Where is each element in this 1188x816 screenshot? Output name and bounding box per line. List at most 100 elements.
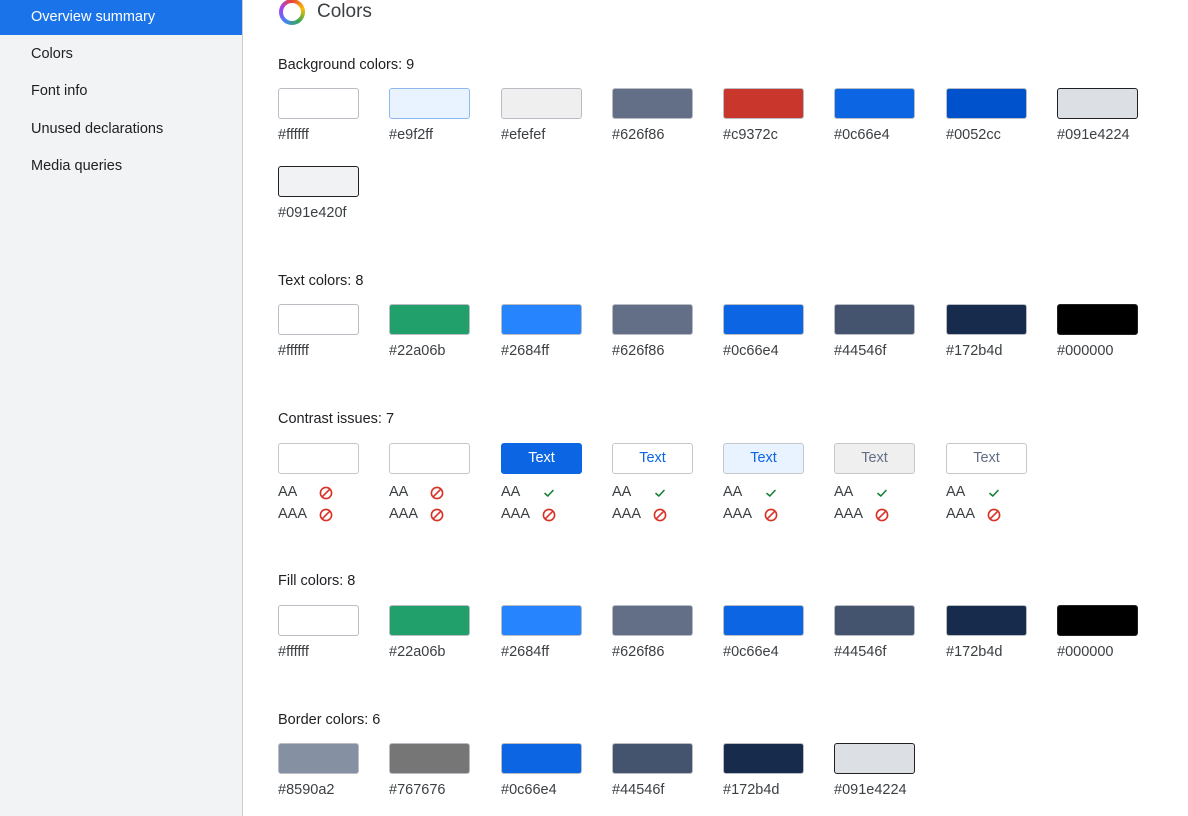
- aaa-label: AAA: [501, 506, 531, 522]
- color-swatch[interactable]: [612, 304, 693, 335]
- color-swatch-item[interactable]: #8590a2: [278, 743, 360, 798]
- color-swatch-item[interactable]: #c9372c: [723, 88, 805, 143]
- color-swatch[interactable]: [1057, 88, 1138, 119]
- main-content: Colors Background colors: 9 #ffffff #e9f2…: [243, 0, 1188, 816]
- color-swatch[interactable]: [723, 88, 804, 119]
- contrast-sample[interactable]: Text: [946, 443, 1027, 474]
- fail-no-icon: [874, 507, 890, 523]
- contrast-sample[interactable]: [389, 443, 470, 474]
- color-hex-label: #8590a2: [278, 782, 335, 798]
- color-swatch[interactable]: [612, 88, 693, 119]
- aa-label: AA: [946, 484, 966, 500]
- color-swatch-item[interactable]: #0c66e4: [723, 605, 805, 660]
- color-swatch-item[interactable]: #172b4d: [723, 743, 805, 798]
- color-swatch[interactable]: [834, 88, 915, 119]
- contrast-sample[interactable]: Text: [834, 443, 915, 474]
- color-swatch-item[interactable]: #ffffff: [278, 605, 360, 660]
- sidebar-item-colors[interactable]: Colors: [0, 37, 242, 72]
- color-swatch-item[interactable]: #172b4d: [946, 304, 1028, 359]
- pass-check-icon: [541, 485, 557, 501]
- sidebar-item-overview-summary[interactable]: Overview summary: [0, 0, 242, 35]
- color-swatch-item[interactable]: #44546f: [834, 605, 916, 660]
- color-swatch-item[interactable]: #767676: [389, 743, 471, 798]
- color-swatch-item[interactable]: #0c66e4: [834, 88, 916, 143]
- aaa-rating: AAA: [278, 506, 312, 522]
- color-swatch-item[interactable]: #091e4224: [1057, 88, 1139, 143]
- contrast-sample[interactable]: Text: [612, 443, 693, 474]
- color-swatch-item[interactable]: #091e4224: [834, 743, 916, 798]
- color-swatch[interactable]: [278, 743, 359, 774]
- color-swatch[interactable]: [389, 743, 470, 774]
- color-swatch[interactable]: [946, 304, 1027, 335]
- color-swatch-item[interactable]: #22a06b: [389, 304, 471, 359]
- color-swatch-item[interactable]: #efefef: [501, 88, 583, 143]
- color-swatch[interactable]: [278, 166, 359, 197]
- aaa-rating: AAA: [501, 506, 535, 522]
- color-swatch[interactable]: [946, 88, 1027, 119]
- color-swatch[interactable]: [723, 304, 804, 335]
- color-swatch-item[interactable]: #172b4d: [946, 605, 1028, 660]
- fail-no-icon: [986, 507, 1002, 523]
- color-swatch[interactable]: [834, 304, 915, 335]
- color-swatch[interactable]: [501, 304, 582, 335]
- color-swatch[interactable]: [612, 743, 693, 774]
- color-hex-label: #0c66e4: [834, 127, 890, 143]
- color-swatch[interactable]: [834, 605, 915, 636]
- pass-check-icon: [763, 485, 779, 501]
- aa-rating: AA: [501, 484, 535, 500]
- color-hex-label: #22a06b: [389, 343, 446, 359]
- color-swatch[interactable]: [501, 743, 582, 774]
- color-swatch[interactable]: [1057, 605, 1138, 636]
- aa-label: AA: [834, 484, 854, 500]
- fail-no-icon: [318, 507, 334, 523]
- color-swatch-item[interactable]: #e9f2ff: [389, 88, 471, 143]
- sidebar-item-unused-declarations[interactable]: Unused declarations: [0, 112, 242, 147]
- color-hex-label: #767676: [389, 782, 446, 798]
- color-swatch[interactable]: [278, 304, 359, 335]
- color-swatch[interactable]: [834, 743, 915, 774]
- aaa-label: AAA: [389, 506, 419, 522]
- color-swatch[interactable]: [389, 605, 470, 636]
- aa-rating: AA: [278, 484, 312, 500]
- color-swatch-item[interactable]: #626f86: [612, 605, 694, 660]
- color-swatch-item[interactable]: #ffffff: [278, 88, 360, 143]
- color-swatch-item[interactable]: #44546f: [834, 304, 916, 359]
- color-swatch[interactable]: [946, 605, 1027, 636]
- color-swatch-item[interactable]: #0052cc: [946, 88, 1028, 143]
- color-swatch-item[interactable]: #2684ff: [501, 304, 583, 359]
- color-swatch[interactable]: [723, 743, 804, 774]
- aaa-label: AAA: [723, 506, 753, 522]
- aaa-label: AAA: [612, 506, 642, 522]
- color-swatch[interactable]: [612, 605, 693, 636]
- color-swatch[interactable]: [501, 605, 582, 636]
- color-hex-label: #0052cc: [946, 127, 1001, 143]
- color-swatch-item[interactable]: #000000: [1057, 304, 1139, 359]
- contrast-sample[interactable]: [278, 443, 359, 474]
- color-swatch[interactable]: [723, 605, 804, 636]
- fail-no-icon: [541, 507, 557, 523]
- sidebar-item-media-queries[interactable]: Media queries: [0, 149, 242, 184]
- color-swatch[interactable]: [389, 88, 470, 119]
- color-swatch-item[interactable]: #626f86: [612, 88, 694, 143]
- color-swatch[interactable]: [501, 88, 582, 119]
- color-swatch-item[interactable]: #091e420f: [278, 166, 360, 221]
- color-swatch[interactable]: [389, 304, 470, 335]
- contrast-sample[interactable]: Text: [723, 443, 804, 474]
- sidebar-item-font-info[interactable]: Font info: [0, 74, 242, 109]
- color-swatch[interactable]: [278, 605, 359, 636]
- contrast-sample[interactable]: Text: [501, 443, 582, 474]
- color-swatch-item[interactable]: #2684ff: [501, 605, 583, 660]
- color-hex-label: #0c66e4: [723, 343, 779, 359]
- color-swatch-item[interactable]: #ffffff: [278, 304, 360, 359]
- color-hex-label: #ffffff: [278, 127, 309, 143]
- color-swatch[interactable]: [1057, 304, 1138, 335]
- color-swatch-item[interactable]: #0c66e4: [723, 304, 805, 359]
- color-swatch-item[interactable]: #0c66e4: [501, 743, 583, 798]
- aa-rating: AA: [612, 484, 646, 500]
- color-swatch-item[interactable]: #626f86: [612, 304, 694, 359]
- color-swatch-item[interactable]: #22a06b: [389, 605, 471, 660]
- color-swatch[interactable]: [278, 88, 359, 119]
- color-swatch-item[interactable]: #000000: [1057, 605, 1139, 660]
- color-swatch-item[interactable]: #44546f: [612, 743, 694, 798]
- color-hex-label: #44546f: [834, 343, 887, 359]
